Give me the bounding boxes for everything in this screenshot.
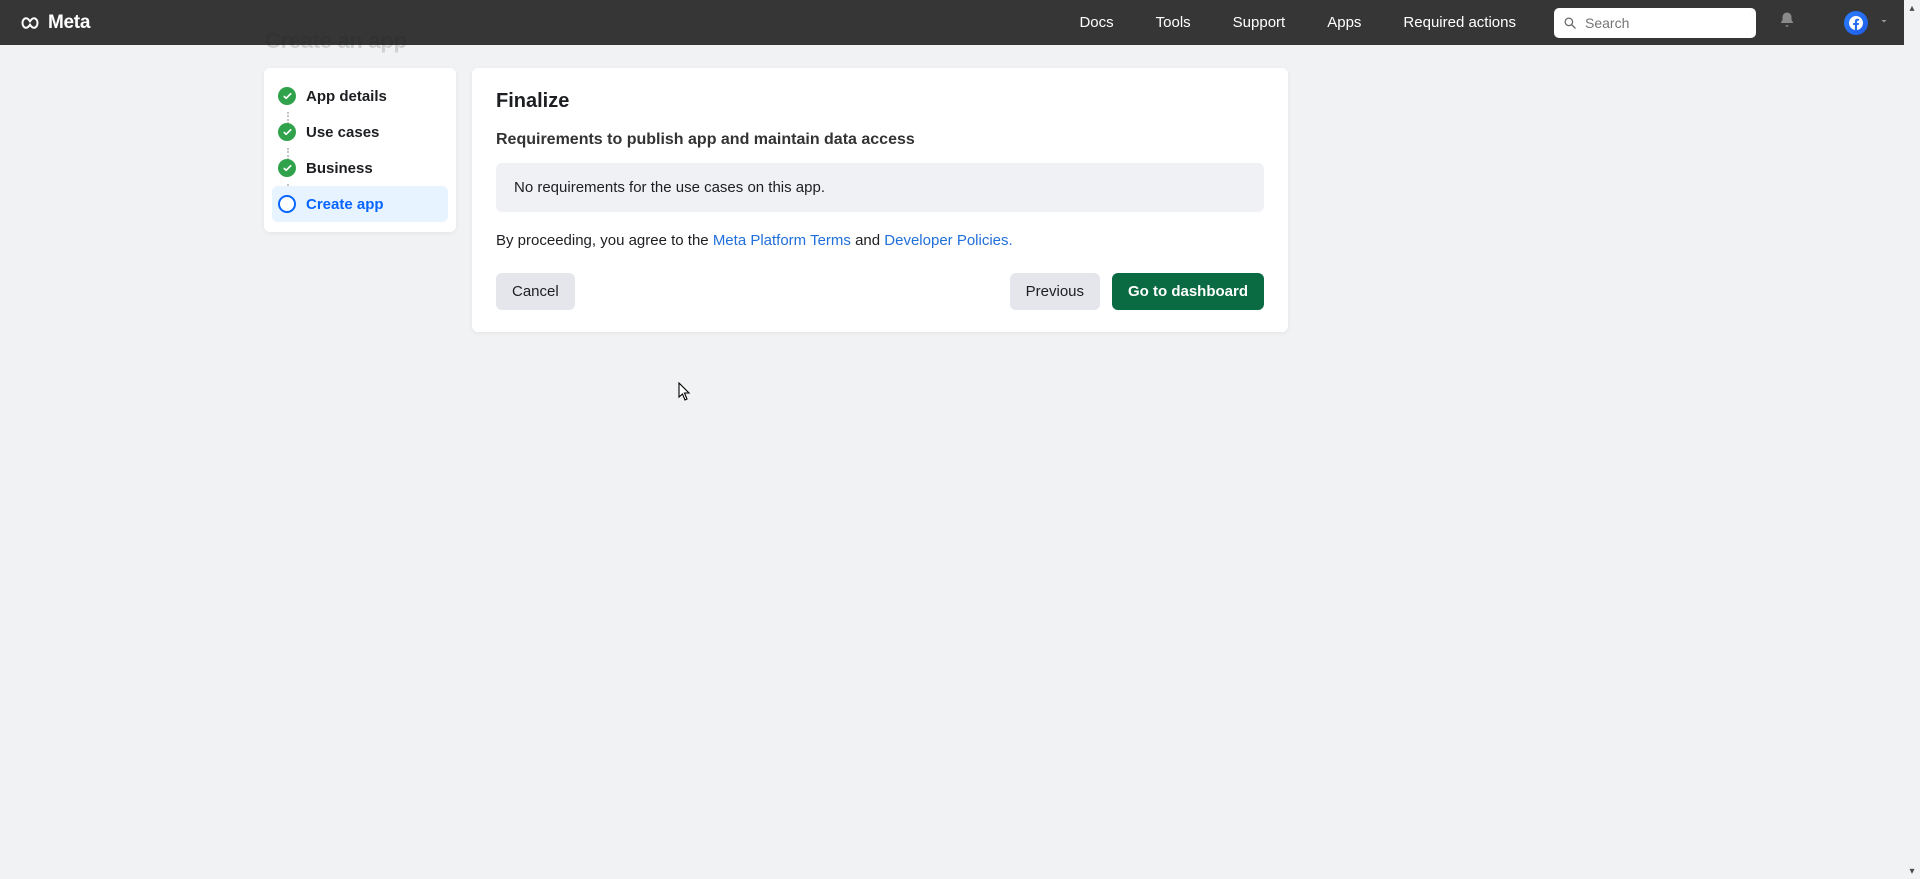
step-use-cases[interactable]: Use cases (272, 114, 448, 150)
check-circle-icon (278, 159, 296, 177)
search-input[interactable] (1577, 15, 1756, 31)
cancel-button[interactable]: Cancel (496, 273, 575, 310)
account-menu[interactable] (1844, 11, 1890, 35)
brand-name: Meta (48, 12, 90, 34)
nav-tools[interactable]: Tools (1156, 14, 1191, 31)
meta-infinity-icon (18, 11, 42, 35)
card-title: Finalize (496, 90, 1264, 113)
previous-button[interactable]: Previous (1010, 273, 1100, 310)
legal-line: By proceeding, you agree to the Meta Pla… (496, 232, 1264, 249)
card-subtitle: Requirements to publish app and maintain… (496, 131, 1264, 149)
requirements-box: No requirements for the use cases on thi… (496, 163, 1264, 212)
bell-icon (1778, 11, 1796, 34)
nav-apps[interactable]: Apps (1327, 14, 1361, 31)
step-app-details[interactable]: App details (272, 78, 448, 114)
step-label: Create app (306, 196, 384, 213)
circle-outline-icon (278, 195, 296, 213)
notifications-button[interactable] (1778, 11, 1796, 34)
step-label: Business (306, 160, 373, 177)
page-title-behind: Create an app (265, 28, 407, 54)
nav-required-actions[interactable]: Required actions (1403, 14, 1516, 31)
scrollbar[interactable]: ▴ ▾ (1904, 0, 1920, 879)
chevron-down-icon (1878, 14, 1890, 32)
buttons-row: Cancel Previous Go to dashboard (496, 273, 1264, 310)
step-business[interactable]: Business (272, 150, 448, 186)
search-icon (1562, 15, 1577, 30)
go-to-dashboard-button[interactable]: Go to dashboard (1112, 273, 1264, 310)
step-label: Use cases (306, 124, 379, 141)
steps-sidebar: App details Use cases Business Create ap… (264, 68, 456, 232)
scroll-up-icon[interactable]: ▴ (1904, 0, 1920, 16)
search-box[interactable] (1554, 8, 1756, 38)
step-label: App details (306, 88, 387, 105)
cursor-icon (678, 382, 692, 407)
link-developer-policies[interactable]: Developer Policies. (884, 232, 1012, 249)
legal-prefix: By proceeding, you agree to the (496, 232, 713, 249)
requirements-message: No requirements for the use cases on thi… (514, 179, 825, 196)
brand-logo[interactable]: Meta (18, 11, 90, 35)
nav-support[interactable]: Support (1233, 14, 1286, 31)
scroll-down-icon[interactable]: ▾ (1904, 863, 1920, 879)
step-create-app[interactable]: Create app (272, 186, 448, 222)
main-card: Finalize Requirements to publish app and… (472, 68, 1288, 332)
nav-docs[interactable]: Docs (1079, 14, 1113, 31)
legal-and: and (851, 232, 884, 249)
link-platform-terms[interactable]: Meta Platform Terms (713, 232, 851, 249)
check-circle-icon (278, 87, 296, 105)
avatar (1844, 11, 1868, 35)
check-circle-icon (278, 123, 296, 141)
nav-links: Docs Tools Support Apps Required actions (1079, 14, 1516, 31)
